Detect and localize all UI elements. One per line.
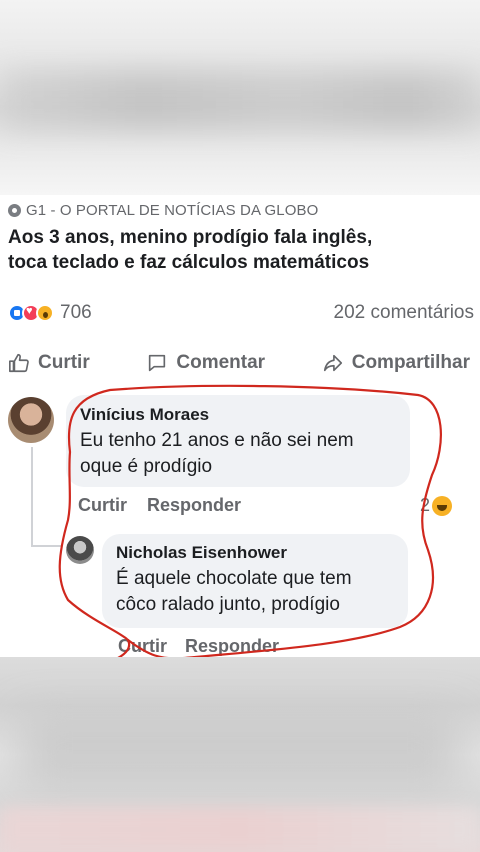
comment-actions: Curtir Responder bbox=[78, 495, 241, 516]
share-label: Compartilhar bbox=[351, 352, 470, 373]
post-actions: Curtir Comentar Compartilhar bbox=[0, 345, 480, 381]
haha-icon bbox=[432, 495, 453, 516]
reply-author[interactable]: Nicholas Eisenhower bbox=[116, 543, 394, 563]
comment-text-line: oque é prodígio bbox=[80, 456, 213, 477]
reply-text: É aquele chocolate que tem côco ralado j… bbox=[116, 566, 394, 618]
reaction-icons bbox=[8, 304, 54, 322]
thread-line bbox=[31, 447, 33, 547]
source-label: G1 - O PORTAL DE NOTÍCIAS DA GLOBO bbox=[26, 202, 319, 219]
comment-text-line: Eu tenho 21 anos e não sei nem bbox=[80, 430, 354, 451]
comment-label: Comentar bbox=[176, 352, 266, 373]
comment-like-button[interactable]: Curtir bbox=[78, 495, 127, 516]
comment-count[interactable]: 202 comentários bbox=[334, 302, 474, 324]
post-source[interactable]: G1 - O PORTAL DE NOTÍCIAS DA GLOBO bbox=[8, 202, 318, 219]
reactions-summary[interactable]: 706 bbox=[8, 302, 92, 324]
thread-line bbox=[31, 545, 61, 547]
reply-reply-button[interactable]: Responder bbox=[185, 636, 279, 657]
comment-icon bbox=[149, 354, 166, 372]
reaction-count: 706 bbox=[60, 302, 92, 323]
share-button[interactable]: Compartilhar bbox=[322, 352, 470, 374]
comment-text: Eu tenho 21 anos e não sei nem oque é pr… bbox=[80, 428, 396, 480]
comment-bubble: Vinícius Moraes Eu tenho 21 anos e não s… bbox=[66, 395, 410, 487]
blur-smudge bbox=[0, 807, 480, 852]
headline-line: toca teclado e faz cálculos matemáticos bbox=[8, 252, 370, 273]
reply-actions: Curtir Responder bbox=[118, 636, 279, 657]
reply-like-button[interactable]: Curtir bbox=[118, 636, 167, 657]
post-headline[interactable]: Aos 3 anos, menino prodígio fala inglês,… bbox=[8, 225, 468, 275]
wow-icon bbox=[36, 304, 54, 322]
reply-bubble: Nicholas Eisenhower É aquele chocolate q… bbox=[102, 534, 408, 628]
like-label: Curtir bbox=[38, 352, 90, 373]
blur-smudge bbox=[20, 717, 460, 787]
blur-smudge bbox=[0, 70, 480, 130]
comment-reaction-count: 2 bbox=[420, 495, 431, 515]
headline-line: Aos 3 anos, menino prodígio fala inglês, bbox=[8, 227, 373, 248]
share-icon bbox=[323, 354, 342, 372]
avatar[interactable] bbox=[8, 397, 54, 443]
reply-text-line: côco ralado junto, prodígio bbox=[116, 594, 340, 615]
blurred-top-area bbox=[0, 0, 480, 195]
globe-icon bbox=[8, 204, 21, 217]
avatar[interactable] bbox=[66, 536, 94, 564]
post-stats: 706 202 comentários bbox=[8, 300, 474, 326]
comment-reply-button[interactable]: Responder bbox=[147, 495, 241, 516]
comment-reactions[interactable]: 2 bbox=[420, 495, 453, 516]
comment-author[interactable]: Vinícius Moraes bbox=[80, 405, 396, 425]
like-button[interactable]: Curtir bbox=[8, 352, 90, 374]
thumbs-up-icon bbox=[9, 353, 29, 373]
comment-button[interactable]: Comentar bbox=[146, 352, 265, 374]
post-card: G1 - O PORTAL DE NOTÍCIAS DA GLOBO Aos 3… bbox=[0, 195, 480, 657]
reply-text-line: É aquele chocolate que tem bbox=[116, 568, 352, 589]
blurred-bottom-area bbox=[0, 657, 480, 852]
